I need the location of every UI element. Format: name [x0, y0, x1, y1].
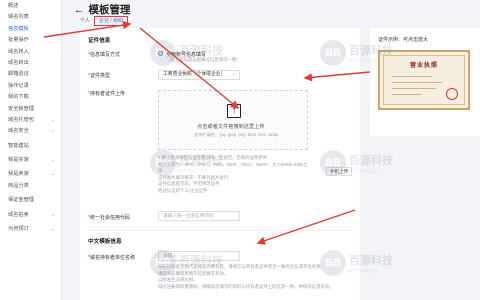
divider — [88, 230, 352, 231]
sidebar-item-site-builder[interactable]: 智能建站 — [0, 141, 61, 152]
section-title-cn: 中文模板信息 — [88, 239, 122, 245]
sidebar-item-batch[interactable]: 批量操作 — [0, 35, 61, 46]
holder-name-hint: 域名持有者名称代表域名的拥有权，请填写与所有者证件完全一致的企业或单位名称。 请… — [158, 264, 334, 289]
unified-code-label: *统一社会信用代码 — [88, 215, 130, 221]
sidebar-item-buyer[interactable]: 我是买家 ⌄ — [0, 155, 61, 166]
sidebar-item-domain-list[interactable]: 域名列表 — [0, 12, 61, 23]
page-title: ← 模板管理 — [74, 4, 131, 16]
upload-formats: 支持扩展名：.jpg .jpeg .png .bmp .heic .webp..… — [194, 132, 282, 137]
back-arrow-icon[interactable]: ← — [74, 4, 85, 16]
sidebar-item-transfer-in[interactable]: 域名转入 — [0, 47, 61, 58]
sidebar-item-info-template[interactable]: 信息模板 — [0, 24, 61, 35]
sidebar-item-domain-security[interactable]: 域名安全 ⌄ — [0, 126, 61, 137]
unified-code-input[interactable]: 请输入统一社会信用代码 — [158, 211, 240, 221]
use-account-radio[interactable] — [158, 51, 163, 56]
chevron-down-icon: ⌄ — [50, 211, 55, 218]
sidebar-item-security-lock[interactable]: 安全锁管理 — [0, 104, 61, 115]
sidebar-item-op-log[interactable]: 操作记录 — [0, 81, 61, 92]
tab-personal[interactable]: 个人 — [80, 18, 90, 24]
cert-example-heading: 营业执照 — [409, 63, 438, 69]
sidebar-item-hosting[interactable]: 域名托管包 ⌄ — [0, 115, 61, 126]
cert-example-image[interactable]: 营业执照 — [378, 50, 470, 110]
sidebar-item-transfer-out[interactable]: 域名转出 — [0, 58, 61, 69]
seal-icon — [446, 88, 458, 100]
sidebar-item-downloads[interactable]: 我的下载 — [0, 92, 61, 103]
fill-method-label: *信息填写方式 — [88, 52, 120, 58]
sidebar-item-auction[interactable]: 域名拍卖 ⌄ — [0, 210, 61, 221]
mobile-upload-button[interactable]: 手机上传 — [326, 167, 352, 176]
cert-type-label: *证件类型 — [88, 73, 110, 79]
sidebar-item-overview[interactable]: 概述 — [0, 1, 61, 12]
chevron-down-icon: ⌄ — [231, 72, 236, 77]
chevron-down-icon: ⌄ — [50, 226, 55, 233]
form-card: 证件信息 *信息填写方式 使用账号信息填写 （提交后信息与您账号信息保持一致） … — [80, 28, 360, 300]
template-type-tabs: 个人 企业 / 组织 — [80, 16, 129, 26]
upload-icon: ↑ — [227, 104, 241, 118]
section-title-cert: 证件信息 — [88, 38, 111, 44]
chevron-down-icon: ⌄ — [50, 157, 55, 164]
tab-enterprise[interactable]: 企业 / 组织 — [94, 16, 129, 26]
sidebar-item-reserve[interactable]: 为何预订 ⌄ — [0, 224, 61, 235]
use-account-hint: （提交后信息与您账号信息保持一致） — [166, 57, 241, 62]
sidebar-item-seller[interactable]: 我是卖家 ⌄ — [0, 169, 61, 180]
cert-type-select[interactable]: 工商营业执照（个体或企业） ⌄ — [158, 70, 240, 80]
sidebar-item-email-verify[interactable]: 邮箱验证 — [0, 69, 61, 80]
holder-name-label: *域名持有者单位名称 — [88, 255, 135, 261]
cert-example-title: 证件示例：可点击放大 — [378, 37, 429, 43]
cert-example-panel: 证件示例：可点击放大 营业执照 — [370, 28, 480, 136]
holder-name-input[interactable]: 请输入 — [158, 251, 240, 261]
upload-label: *持有者证件上传 — [88, 91, 125, 97]
chevron-down-icon: ⌄ — [50, 116, 55, 123]
sidebar: 概述 域名列表 信息模板 批量操作 域名转入 域名转出 邮箱验证 操作记录 我的… — [0, 0, 62, 300]
chevron-down-icon: ⌄ — [50, 171, 55, 178]
sidebar-item-category[interactable]: 商品分类 — [0, 181, 61, 192]
cert-upload-dropzone[interactable]: ↑ 点击或者文件拖拽到这里上传 支持扩展名：.jpg .jpeg .png .b… — [158, 90, 308, 150]
sidebar-item-deposit[interactable]: 保证金管理 — [0, 195, 61, 206]
upload-main-text: 点击或者文件拖拽到这里上传 — [197, 124, 265, 130]
upload-rules: 1.请上传清晰且包含完整四角、无遮挡、无刺的证件原件 格式支持为：JPG、JPE… — [158, 155, 308, 193]
main-content: ← 模板管理 个人 企业 / 组织 证件信息 *信息填写方式 使用账号信息填写 （提… — [66, 0, 480, 300]
chevron-down-icon: ⌄ — [50, 128, 55, 135]
